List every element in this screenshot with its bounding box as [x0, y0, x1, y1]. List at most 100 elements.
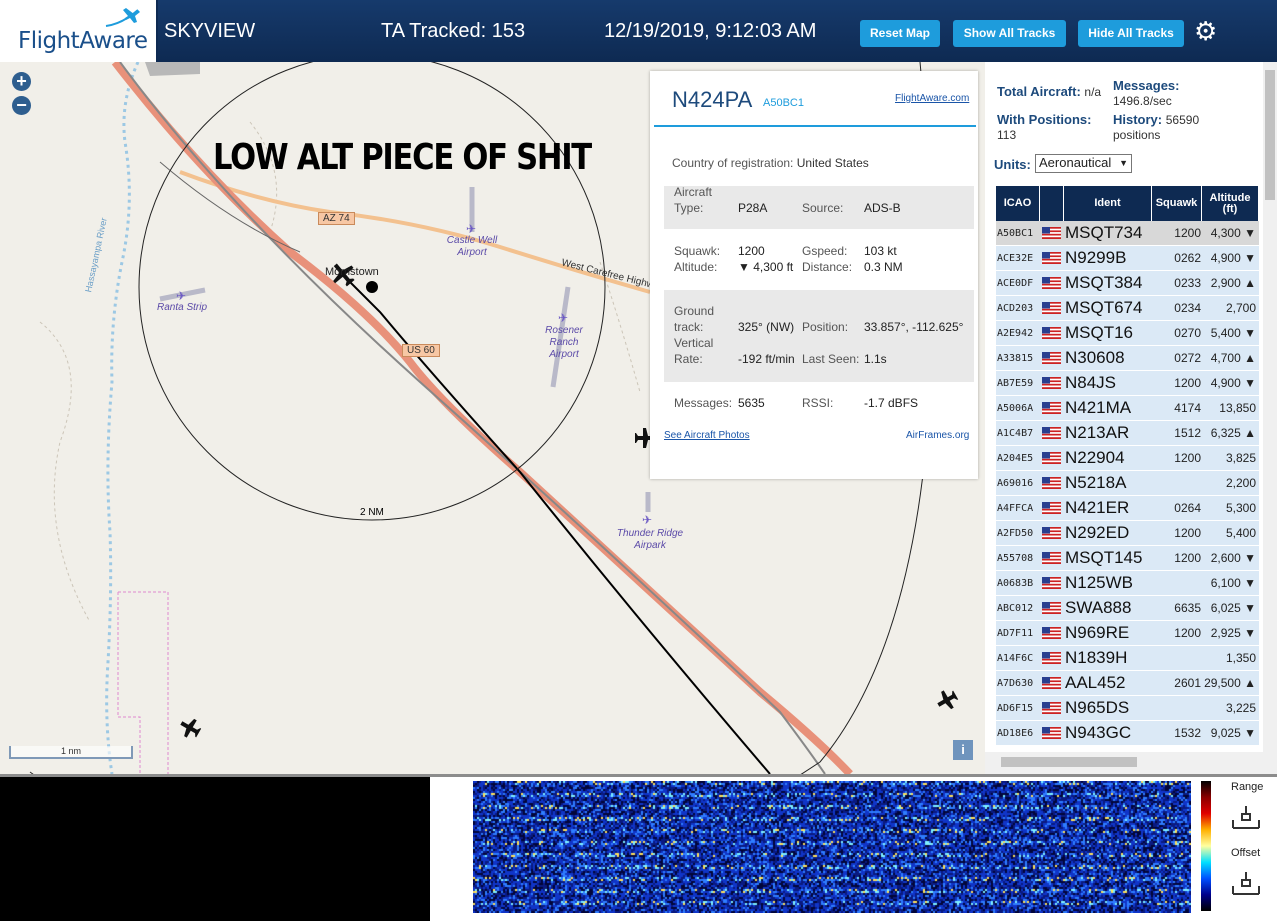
range-slider-icon[interactable] — [1231, 804, 1261, 830]
messages-label: Messages: — [674, 396, 733, 410]
show-all-tracks-button[interactable]: Show All Tracks — [953, 20, 1066, 47]
table-row[interactable]: A14F6C N1839H 1,350 — [996, 646, 1259, 671]
table-row[interactable]: AD7F11 N969RE 1200 2,925 ▼ — [996, 621, 1259, 646]
aircraft-photos-link[interactable]: See Aircraft Photos — [664, 430, 750, 441]
row-ident: MSQT145 — [1065, 548, 1143, 567]
aircraft-icon — [937, 690, 959, 710]
hide-all-tracks-button[interactable]: Hide All Tracks — [1078, 20, 1184, 47]
table-row[interactable]: A55708 MSQT145 1200 2,600 ▼ — [996, 546, 1259, 571]
table-row[interactable]: A4FFCA N421ER 0264 5,300 — [996, 496, 1259, 521]
col-altitude[interactable]: Altitude (ft) — [1202, 186, 1259, 221]
table-row[interactable]: A7D630 AAL452 2601 29,500 ▲ — [996, 671, 1259, 696]
popup-block-speed: Squawk: 1200 Gspeed: 103 kt Altitude: ▼ … — [664, 243, 974, 283]
airport-label: Ranta Strip — [156, 302, 208, 313]
spectrogram-color-scale — [1201, 781, 1211, 911]
svg-text:✈: ✈ — [466, 222, 476, 236]
zoom-in-button[interactable]: + — [12, 72, 31, 91]
row-icao: A14F6C — [997, 653, 1034, 664]
us-flag-icon — [1042, 477, 1061, 489]
gear-icon[interactable]: ⚙ — [1194, 16, 1220, 46]
table-header: ICAO Ident Squawk Altitude (ft) — [996, 186, 1259, 221]
units-select-value: Aeronautical — [1039, 155, 1112, 170]
row-altitude: 5,300 — [1225, 501, 1256, 515]
table-row[interactable]: A2E942 MSQT16 0270 5,400 ▼ — [996, 321, 1259, 346]
airplane-logo-icon — [105, 8, 140, 27]
squawk-value: 1200 — [738, 244, 765, 258]
row-squawk: 1200 — [1174, 526, 1201, 540]
col-squawk[interactable]: Squawk — [1152, 186, 1202, 221]
row-icao: A33815 — [997, 353, 1034, 364]
row-icao: A0683B — [997, 578, 1034, 589]
table-row[interactable]: AB7E59 N84JS 1200 4,900 ▼ — [996, 371, 1259, 396]
row-ident: MSQT674 — [1065, 298, 1143, 317]
altitude-label: Altitude: — [674, 260, 718, 274]
table-row[interactable]: ACD203 MSQT674 0234 2,700 — [996, 296, 1259, 321]
table-row[interactable]: A5006A N421MA 4174 13,850 — [996, 396, 1259, 421]
us-flag-icon — [1042, 452, 1061, 464]
total-aircraft-stat: Total Aircraft: n/a — [997, 84, 1101, 99]
units-select[interactable]: Aeronautical — [1035, 154, 1132, 173]
table-row[interactable]: A0683B N125WB 6,100 ▼ — [996, 571, 1259, 596]
row-squawk: 0264 — [1174, 501, 1201, 515]
messages-stat-value: 1496.8/sec — [1113, 94, 1172, 108]
map-scale-bar: 1 nm — [9, 746, 133, 759]
table-row[interactable]: A50BC1 MSQT734 1200 4,300 ▼ — [996, 221, 1259, 246]
map-info-button[interactable]: i — [953, 740, 973, 760]
flightaware-link[interactable]: FlightAware.com — [895, 93, 969, 104]
col-ident[interactable]: Ident — [1064, 186, 1152, 221]
horizontal-scroll-thumb[interactable] — [1001, 757, 1137, 767]
table-row[interactable]: ACE32E N9299B 0262 4,900 ▼ — [996, 246, 1259, 271]
last-seen-value: 1.1s — [864, 352, 887, 366]
table-row[interactable]: A33815 N30608 0272 4,700 ▲ — [996, 346, 1259, 371]
road-shield: AZ 74 — [318, 212, 355, 225]
row-squawk: 1512 — [1174, 426, 1201, 440]
row-icao: A204E5 — [997, 453, 1034, 464]
us-flag-icon — [1042, 577, 1061, 589]
row-icao: AD18E6 — [997, 728, 1034, 739]
zoom-out-button[interactable]: − — [12, 96, 31, 115]
reset-map-button[interactable]: Reset Map — [860, 20, 940, 47]
vertical-scroll-thumb[interactable] — [1265, 70, 1275, 200]
us-flag-icon — [1042, 302, 1061, 314]
horizontal-scrollbar[interactable] — [985, 752, 1277, 774]
us-flag-icon — [1042, 677, 1061, 689]
table-row[interactable]: A204E5 N22904 1200 3,825 — [996, 446, 1259, 471]
total-aircraft-label: Total Aircraft: — [997, 84, 1081, 99]
table-row[interactable]: A2FD50 N292ED 1200 5,400 — [996, 521, 1259, 546]
top-header: FlightAware SKYVIEW TA Tracked: 153 12/1… — [0, 0, 1277, 62]
row-ident: N943GC — [1065, 723, 1132, 742]
popup-block-type: Aircraft Type: P28A Source: ADS-B — [664, 185, 974, 229]
row-squawk: 0233 — [1174, 276, 1201, 290]
aircraft-icon — [180, 718, 202, 738]
stats-block: Total Aircraft: n/a Messages: 1496.8/sec… — [985, 62, 1263, 182]
row-ident: N965DS — [1065, 698, 1130, 717]
col-icao[interactable]: ICAO — [996, 186, 1040, 221]
popup-block-position: Ground track: 325° (NW) Position: 33.857… — [664, 290, 974, 382]
table-row[interactable]: ABC012 SWA888 6635 6,025 ▼ — [996, 596, 1259, 621]
row-altitude: 5,400 — [1225, 526, 1256, 540]
last-seen-label: Last Seen: — [802, 352, 860, 366]
row-squawk: 1200 — [1174, 551, 1201, 565]
table-row[interactable]: ACE0DF MSQT384 0233 2,900 ▲ — [996, 271, 1259, 296]
row-icao: A2E942 — [997, 328, 1034, 339]
offset-control-label: Offset — [1231, 847, 1261, 859]
table-row[interactable]: AD6F15 N965DS 3,225 — [996, 696, 1259, 721]
row-ident: MSQT734 — [1065, 223, 1143, 242]
row-ident: N30608 — [1065, 348, 1125, 367]
road-shield: US 60 — [402, 344, 440, 357]
row-ident: N213AR — [1065, 423, 1130, 442]
row-altitude: 2,900 ▲ — [1210, 276, 1256, 290]
offset-slider-icon[interactable] — [1231, 870, 1261, 896]
row-altitude: 4,700 ▲ — [1210, 351, 1256, 365]
row-altitude: 3,825 — [1225, 451, 1256, 465]
airframes-link[interactable]: AirFrames.org — [906, 430, 969, 441]
us-flag-icon — [1042, 427, 1061, 439]
row-icao: AD7F11 — [997, 628, 1034, 639]
gspeed-label: Gspeed: — [802, 244, 848, 258]
table-row[interactable]: A1C4B7 N213AR 1512 6,325 ▲ — [996, 421, 1259, 446]
table-row[interactable]: A69016 N5218A 2,200 — [996, 471, 1259, 496]
col-flag[interactable] — [1040, 186, 1064, 221]
table-row[interactable]: AD18E6 N943GC 1532 9,025 ▼ — [996, 721, 1259, 746]
flightaware-logo[interactable]: FlightAware — [0, 0, 158, 62]
vertical-scrollbar[interactable] — [1263, 62, 1277, 752]
